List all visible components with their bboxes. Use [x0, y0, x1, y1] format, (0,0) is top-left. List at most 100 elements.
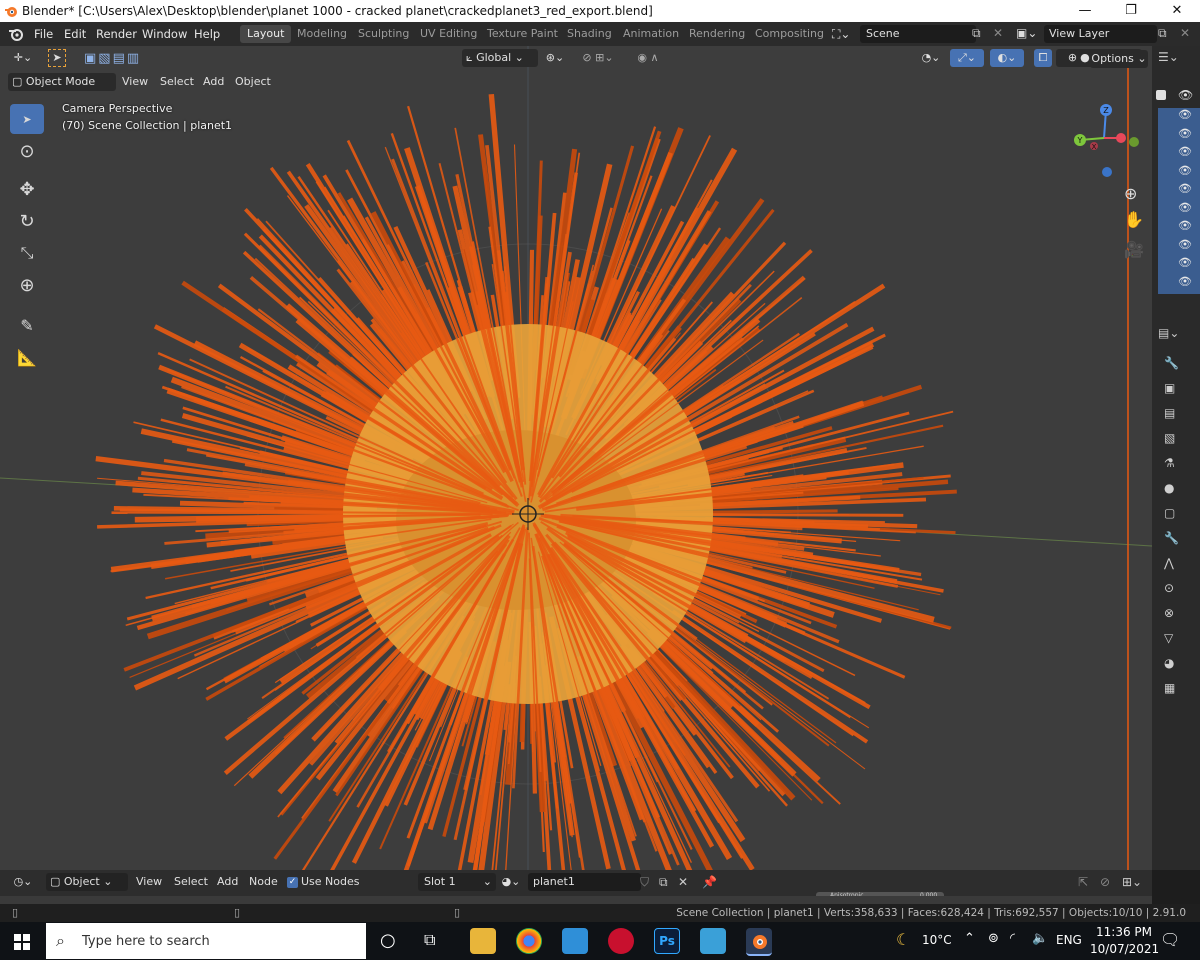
node-editor-area[interactable]	[0, 896, 1152, 904]
properties-tab-icon[interactable]: ▽	[1164, 631, 1173, 645]
notifications-icon[interactable]: 🗨	[1160, 930, 1180, 949]
properties-tab-icon[interactable]: ◕	[1164, 656, 1174, 670]
tab-sculpting[interactable]: Sculpting	[351, 25, 416, 43]
menu-edit[interactable]: Edit	[64, 27, 86, 41]
snap-icon[interactable]: ⊘ ⊞⌄	[574, 49, 622, 67]
tab-modeling[interactable]: Modeling	[290, 25, 354, 43]
unlink-material-icon[interactable]: ✕	[678, 875, 688, 889]
tool-measure[interactable]: 📐	[10, 342, 44, 372]
minimize-button[interactable]: —	[1062, 0, 1108, 22]
camera-view-icon[interactable]: 🎥	[1124, 240, 1144, 259]
properties-tab-icon[interactable]: 🔧	[1164, 531, 1179, 545]
selection-mode-icons[interactable]: ▣▧▤▥	[84, 51, 141, 66]
visibility-icon[interactable]: ◔⌄	[918, 49, 944, 67]
tool-scale[interactable]: ⤡	[10, 238, 44, 268]
gizmo-toggle-icon[interactable]: ⤢⌄	[950, 49, 984, 67]
volume-icon[interactable]: 🔈	[1032, 931, 1048, 946]
menu-render[interactable]: Render	[96, 27, 137, 41]
properties-tab-icon[interactable]: ⊙	[1164, 581, 1174, 595]
overlay-toggle-icon[interactable]: ◐⌄	[990, 49, 1024, 67]
outliner-eye-icon[interactable]: 👁	[1178, 145, 1192, 158]
snap-node-icon[interactable]: ⊘	[1100, 875, 1110, 889]
tool-move[interactable]: ✥	[10, 174, 44, 204]
outliner-eye-icon[interactable]: 👁	[1178, 219, 1192, 232]
properties-tab-icon[interactable]: ⋀	[1164, 556, 1174, 570]
outliner-eye-icon[interactable]: 👁	[1178, 256, 1192, 269]
new-material-icon[interactable]: ⧉	[659, 875, 668, 890]
outliner-eye-icon[interactable]: 👁	[1178, 164, 1192, 177]
weather-moon-icon[interactable]: ☾	[896, 930, 910, 949]
tray-expand-icon[interactable]: ⌃	[964, 931, 975, 946]
options-dropdown[interactable]: Options ⌄	[1090, 50, 1148, 68]
object-mode-dropdown[interactable]: ▢ Object Mode	[8, 73, 116, 91]
tab-compositing[interactable]: Compositing	[748, 25, 831, 43]
copy-view-layer-icon[interactable]: ⧉	[1158, 26, 1167, 41]
shader-menu-node[interactable]: Node	[249, 873, 278, 891]
outliner-eye-icon[interactable]: 👁	[1178, 108, 1192, 121]
chrome-icon[interactable]	[516, 928, 542, 954]
notes-app-icon[interactable]	[700, 928, 726, 954]
tool-cursor[interactable]: ⊙	[10, 136, 44, 166]
fake-user-icon[interactable]: ⛉	[640, 875, 649, 890]
viewport-menu-view[interactable]: View	[122, 73, 148, 91]
viewport-menu-add[interactable]: Add	[203, 73, 224, 91]
shader-object-dropdown[interactable]: ▢ Object ⌄	[46, 873, 128, 891]
blender-menu-icon[interactable]	[8, 27, 24, 41]
delete-view-layer-icon[interactable]: ✕	[1180, 26, 1190, 40]
tool-transform[interactable]: ⊕	[10, 270, 44, 300]
outliner-eye-icon[interactable]: 👁	[1178, 201, 1192, 214]
close-button[interactable]: ✕	[1154, 0, 1200, 22]
language-label[interactable]: ENG	[1056, 933, 1082, 947]
scene-icon[interactable]: ⛶⌄	[832, 27, 850, 42]
tab-animation[interactable]: Animation	[616, 25, 686, 43]
tab-rendering[interactable]: Rendering	[682, 25, 752, 43]
tab-texture-paint[interactable]: Texture Paint	[480, 25, 565, 43]
file-explorer-icon[interactable]	[470, 928, 496, 954]
menu-file[interactable]: File	[34, 27, 53, 41]
outliner-editor-icon[interactable]: ☰⌄	[1158, 50, 1179, 64]
3d-viewport[interactable]: ✛⌄ ➤ ▣▧▤▥ ▢ Object Mode View Select Add …	[0, 46, 1152, 870]
antivirus-icon[interactable]	[608, 928, 634, 954]
outliner-eye-icon[interactable]: 👁	[1178, 238, 1192, 251]
tool-select[interactable]: ➤	[10, 104, 44, 134]
viewport-menu-select[interactable]: Select	[160, 73, 194, 91]
tool-annotate[interactable]: ✎	[10, 310, 44, 340]
shader-menu-add[interactable]: Add	[217, 873, 238, 891]
properties-tab-icon[interactable]: ⚗	[1164, 456, 1175, 470]
viewport-menu-object[interactable]: Object	[235, 73, 271, 91]
scene-field[interactable]: Scene	[860, 25, 976, 43]
editor-type-icon[interactable]: ✛⌄	[10, 49, 36, 67]
maximize-button[interactable]: ❐	[1108, 0, 1154, 22]
visibility-eye-icon[interactable]: 👁	[1178, 88, 1193, 102]
network-app-icon[interactable]	[562, 928, 588, 954]
outliner-eye-icon[interactable]: 👁	[1178, 182, 1192, 195]
properties-tab-icon[interactable]: ⊗	[1164, 606, 1174, 620]
cortana-icon[interactable]: ○	[380, 930, 396, 951]
shader-menu-view[interactable]: View	[136, 873, 162, 891]
task-view-icon[interactable]: ⧉	[424, 930, 435, 950]
tool-rotate[interactable]: ↻	[10, 206, 44, 236]
transform-orientation-dropdown[interactable]: ⟀ Global ⌄	[462, 49, 538, 67]
pivot-point-icon[interactable]: ⊛⌄	[542, 49, 568, 67]
photoshop-icon[interactable]: Ps	[654, 928, 680, 954]
select-tool-icon[interactable]: ➤	[48, 49, 66, 67]
tray-app-icon[interactable]: ⊚	[988, 931, 999, 946]
view-layer-field[interactable]: View Layer	[1044, 25, 1157, 43]
clock-time[interactable]: 11:36 PM	[1096, 925, 1152, 939]
properties-tab-icon[interactable]: ▤	[1164, 406, 1175, 420]
properties-tab-icon[interactable]: ▣	[1164, 381, 1175, 395]
properties-tab-icon[interactable]: ▧	[1164, 431, 1175, 445]
exclude-checkbox[interactable]	[1156, 90, 1166, 100]
use-nodes-checkbox[interactable]: ✓	[287, 877, 298, 888]
properties-tab-icon[interactable]: ●	[1164, 481, 1174, 495]
xray-toggle-icon[interactable]: ⧠	[1034, 49, 1052, 67]
proportional-edit-icon[interactable]: ◉ ∧	[628, 49, 668, 67]
material-browse-icon[interactable]: ◕⌄	[498, 873, 524, 891]
zoom-icon[interactable]: ⊕	[1124, 184, 1137, 203]
clock-date[interactable]: 10/07/2021	[1090, 942, 1159, 956]
menu-help[interactable]: Help	[194, 27, 220, 41]
shader-editor-type-icon[interactable]: ◷⌄	[10, 873, 36, 891]
delete-scene-icon[interactable]: ✕	[993, 26, 1003, 40]
taskbar-search-box[interactable]: ⌕ Type here to search	[46, 923, 366, 959]
view-layer-icon[interactable]: ▣⌄	[1016, 26, 1037, 40]
